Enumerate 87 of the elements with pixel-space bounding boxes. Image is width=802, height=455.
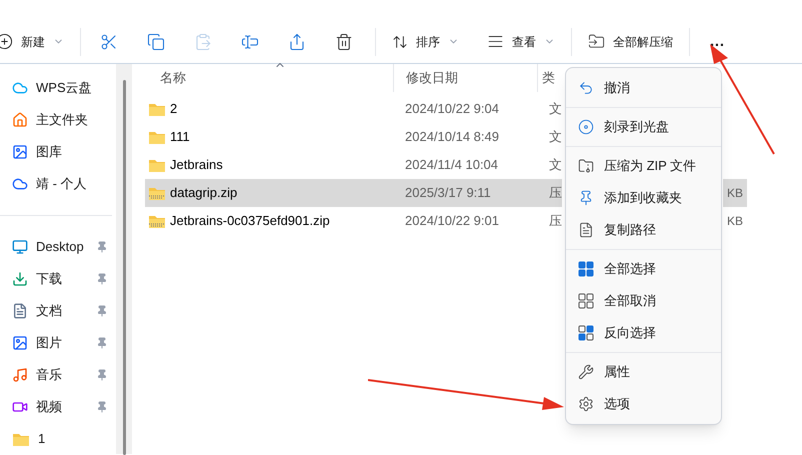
- zip-folder-icon: [148, 214, 166, 228]
- download-icon: [12, 271, 28, 287]
- disc-icon: [578, 119, 594, 135]
- menu-item[interactable]: 复制路径: [566, 214, 721, 246]
- picture-icon: [12, 335, 28, 351]
- sidebar-item[interactable]: 文档: [36, 301, 88, 321]
- pin-icon: [578, 190, 594, 206]
- document-icon: [12, 303, 28, 319]
- file-row[interactable]: Jetbrains-0c0375efd901.zip 2024/10/22 9:01 压: [145, 207, 562, 235]
- view-button[interactable]: 查看: [479, 26, 563, 58]
- sort-button[interactable]: 排序: [384, 26, 467, 58]
- file-row[interactable]: 2 2024/10/22 9:04 文: [145, 95, 562, 123]
- sidebar-item[interactable]: WPS云盘: [36, 78, 108, 98]
- type-cell-text: 文: [549, 156, 562, 174]
- menu-item[interactable]: 选项: [566, 388, 721, 420]
- folder-icon: [148, 130, 166, 144]
- type-cell-text: 压: [549, 212, 562, 230]
- monitor-icon: [12, 239, 28, 255]
- copy-icon: [146, 32, 164, 50]
- date-cell-text: 2024/10/22 9:04: [405, 100, 500, 118]
- date-cell-text: 2025/3/17 9:11: [405, 184, 492, 202]
- file-name: Jetbrains-0c0375efd901.zip: [170, 212, 330, 230]
- wrench-icon: [578, 364, 594, 380]
- type-cell-text: 文: [549, 128, 562, 146]
- file-name: 111: [170, 128, 190, 146]
- scrollbar[interactable]: [122, 80, 126, 455]
- menu-item[interactable]: 压缩为 ZIP 文件: [566, 150, 721, 182]
- share-icon: [288, 32, 306, 50]
- menu-item[interactable]: 反向选择: [566, 317, 721, 349]
- sidebar-item[interactable]: 下载: [36, 269, 88, 289]
- plus-icon: [0, 33, 13, 50]
- type-cell-text: 文: [549, 100, 562, 118]
- folder-arrow-icon: [588, 33, 605, 50]
- invert-selection-icon: [578, 325, 594, 341]
- size-cell-text: KB: [727, 185, 744, 202]
- cloud-icon: [12, 176, 28, 192]
- file-row[interactable]: Jetbrains 2024/11/4 10:04 文: [145, 151, 562, 179]
- sort-icon: [392, 34, 408, 50]
- path-icon: [578, 222, 594, 238]
- rename-icon: [240, 32, 258, 50]
- select-none-icon: [578, 293, 594, 309]
- date-cell-text: 2024/10/22 9:01: [405, 212, 500, 230]
- sidebar-item[interactable]: 主文件夹: [36, 110, 108, 130]
- music-icon: [12, 367, 28, 383]
- zip-folder-icon: [148, 186, 166, 200]
- column-header[interactable]: 名称: [145, 68, 393, 88]
- menu-item[interactable]: 属性: [566, 356, 721, 388]
- type-cell-text: 压: [549, 184, 562, 202]
- file-row[interactable]: 111 2024/10/14 8:49 文: [145, 123, 562, 151]
- folder-icon: [12, 432, 30, 446]
- sidebar-item[interactable]: 1: [38, 429, 108, 449]
- column-header[interactable]: 类: [537, 64, 555, 92]
- sidebar-item[interactable]: 图库: [36, 142, 108, 162]
- home-icon: [12, 112, 28, 128]
- scissors-icon: [100, 32, 118, 50]
- menu-item[interactable]: 全部取消: [566, 285, 721, 317]
- extract-all-button[interactable]: 全部解压缩: [580, 26, 681, 58]
- sidebar-item[interactable]: Desktop: [36, 237, 88, 257]
- undo-icon: [578, 80, 594, 96]
- settings-icon: [578, 396, 594, 412]
- date-cell-text: 2024/10/14 8:49: [405, 128, 500, 146]
- select-all-icon: [578, 261, 594, 277]
- cloud-icon: [12, 80, 28, 96]
- file-name: 2: [170, 100, 178, 118]
- file-name: datagrip.zip: [170, 184, 238, 202]
- picture-icon: [12, 144, 28, 160]
- sidebar-item[interactable]: 靖 - 个人: [36, 174, 108, 194]
- clipboard-icon: [194, 32, 212, 50]
- zip-folder-icon: [578, 158, 594, 174]
- sidebar-item[interactable]: 音乐: [36, 365, 88, 385]
- menu-item[interactable]: 撤消: [566, 72, 721, 104]
- new-button[interactable]: 新建: [0, 26, 72, 58]
- sidebar-item[interactable]: 视频: [36, 397, 88, 417]
- list-icon: [487, 33, 504, 50]
- file-name: Jetbrains: [170, 156, 223, 174]
- menu-item[interactable]: 添加到收藏夹: [566, 182, 721, 214]
- size-cell-text: KB: [727, 213, 744, 230]
- column-header[interactable]: 修改日期: [393, 64, 537, 92]
- folder-icon: [148, 102, 166, 116]
- date-cell-text: 2024/11/4 10:04: [405, 156, 500, 174]
- file-row[interactable]: datagrip.zip 2025/3/17 9:11 压: [145, 179, 562, 207]
- more-button[interactable]: ...: [698, 26, 737, 58]
- trash-icon: [334, 32, 352, 50]
- menu-item[interactable]: 刻录到光盘: [566, 111, 721, 143]
- folder-icon: [148, 158, 166, 172]
- sidebar-item[interactable]: 图片: [36, 333, 88, 353]
- menu-item[interactable]: 全部选择: [566, 253, 721, 285]
